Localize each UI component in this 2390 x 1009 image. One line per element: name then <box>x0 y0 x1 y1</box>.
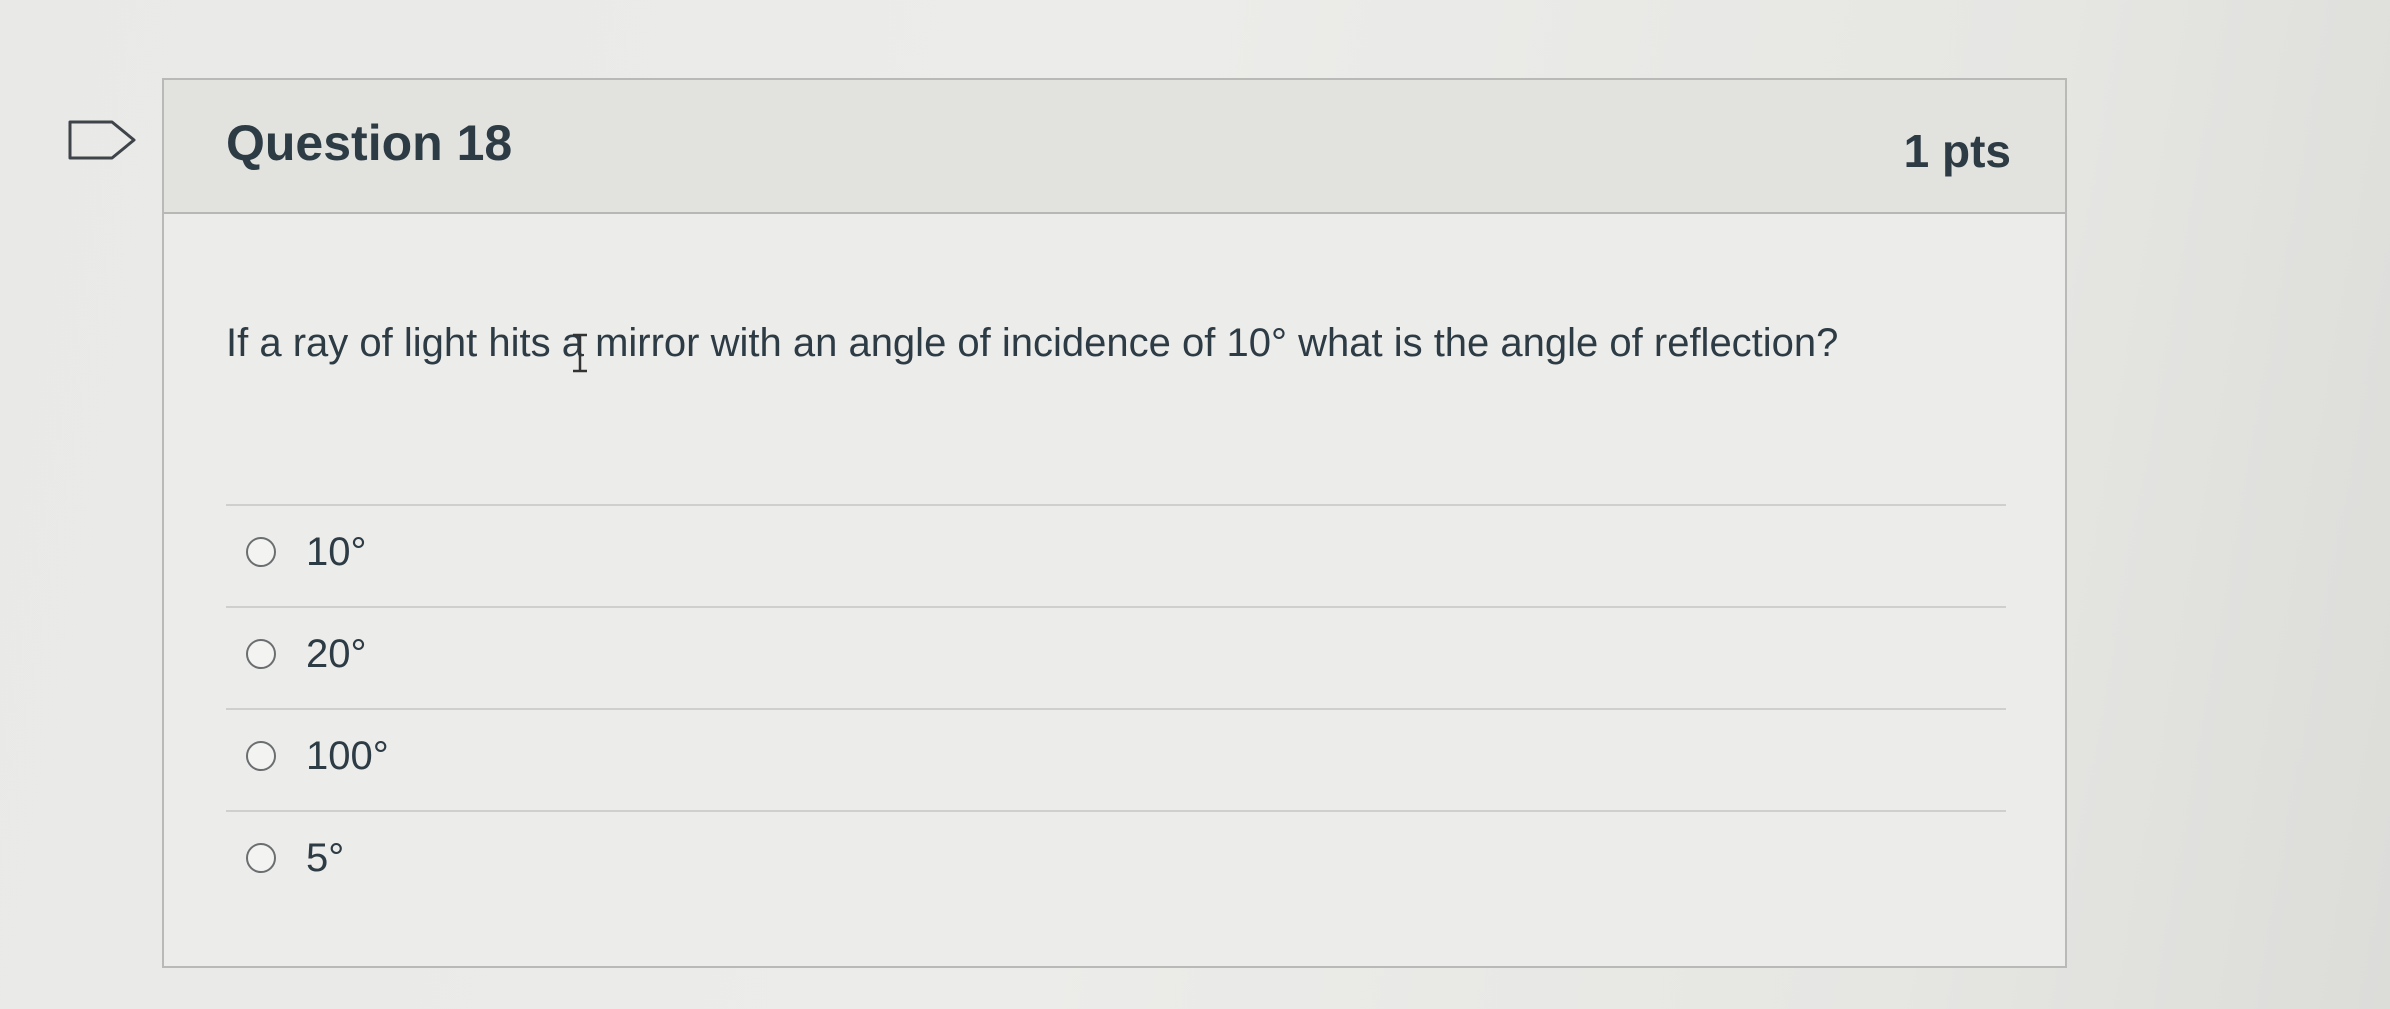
answer-label[interactable]: 5° <box>306 836 344 881</box>
question-title: Question 18 <box>226 115 513 171</box>
radio-button-icon[interactable] <box>246 537 276 567</box>
question-points: 1 pts <box>1903 125 2011 177</box>
answer-option[interactable]: 10° <box>226 504 2006 606</box>
answer-option[interactable]: 5° <box>226 810 2006 912</box>
question-header: Question 18 1 pts <box>164 80 2065 214</box>
question-card: Question 18 1 pts If a ray of light hits… <box>162 78 2067 968</box>
radio-button-icon[interactable] <box>246 639 276 669</box>
answer-option[interactable]: 100° <box>226 708 2006 810</box>
radio-button-icon[interactable] <box>246 843 276 873</box>
flag-question-icon[interactable] <box>68 120 138 160</box>
answer-label[interactable]: 100° <box>306 734 389 779</box>
answer-list: 10° 20° 100° 5° <box>226 504 2006 912</box>
radio-button-icon[interactable] <box>246 741 276 771</box>
answer-label[interactable]: 10° <box>306 530 367 575</box>
answer-label[interactable]: 20° <box>306 632 367 677</box>
answer-option[interactable]: 20° <box>226 606 2006 708</box>
text-cursor-icon <box>573 333 587 373</box>
question-text: If a ray of light hits a mirror with an … <box>226 321 1839 365</box>
